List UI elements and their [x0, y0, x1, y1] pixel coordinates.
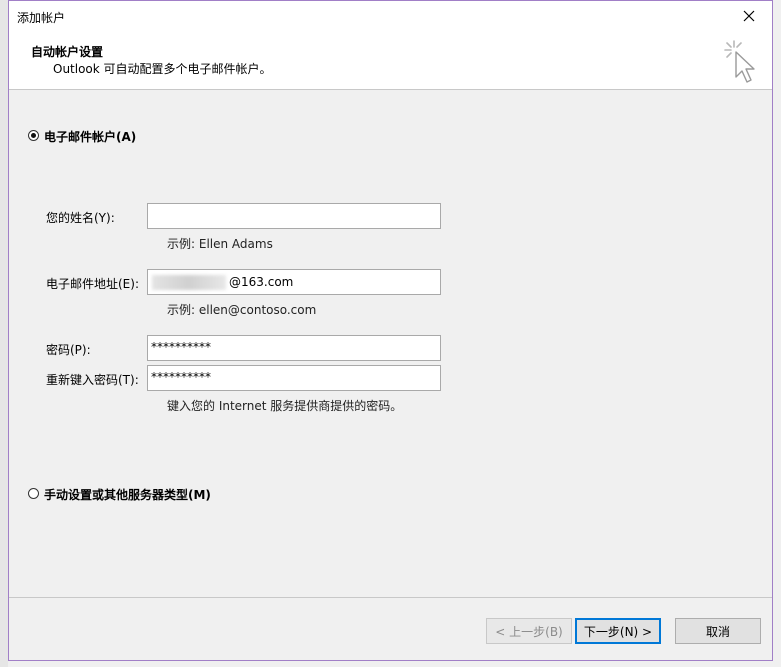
next-button[interactable]: 下一步(N) >	[575, 618, 661, 644]
title-bar: 添加帐户	[9, 1, 772, 31]
manual-setup-label-text: 手动设置或其他服务器类型(M)	[44, 488, 211, 502]
header-title: 自动帐户设置	[31, 45, 104, 59]
email-account-label-text: 电子邮件帐户(A)	[44, 130, 137, 144]
cursor-sparkle-icon	[724, 40, 755, 83]
add-account-dialog: 添加帐户 自动帐户设置 Outlook 可自动配置多个电子邮件帐户。 电子邮件帐…	[8, 0, 773, 661]
cancel-button[interactable]: 取消	[675, 618, 761, 644]
retype-password-value: **********	[151, 370, 211, 384]
header-subtitle: Outlook 可自动配置多个电子邮件帐户。	[53, 62, 272, 76]
password-value: **********	[151, 340, 211, 354]
email-account-radio[interactable]	[28, 130, 39, 141]
footer-divider	[9, 597, 772, 598]
email-redacted-part	[152, 275, 226, 290]
manual-setup-label[interactable]: 手动设置或其他服务器类型(M)	[44, 486, 211, 503]
email-label: 电子邮件地址(E):	[46, 277, 139, 291]
close-button[interactable]	[726, 1, 772, 31]
retype-password-input[interactable]: **********	[147, 365, 441, 391]
email-hint: 示例: ellen@contoso.com	[167, 303, 317, 317]
name-label: 您的姓名(Y):	[46, 211, 115, 225]
name-hint: 示例: Ellen Adams	[167, 237, 273, 251]
email-input[interactable]: @163.com	[147, 269, 441, 295]
email-visible-part: @163.com	[229, 275, 294, 289]
background-window-edge	[0, 0, 8, 667]
password-input[interactable]: **********	[147, 335, 441, 361]
wizard-header: 自动帐户设置 Outlook 可自动配置多个电子邮件帐户。	[9, 31, 772, 90]
back-button[interactable]: < 上一步(B)	[486, 618, 572, 644]
password-hint: 键入您的 Internet 服务提供商提供的密码。	[167, 399, 403, 413]
manual-setup-radio[interactable]	[28, 488, 39, 499]
close-icon	[743, 10, 755, 22]
email-account-label[interactable]: 电子邮件帐户(A)	[44, 128, 136, 145]
password-label: 密码(P):	[46, 343, 91, 357]
retype-password-label: 重新键入密码(T):	[46, 373, 139, 387]
window-title: 添加帐户	[17, 11, 66, 25]
name-input[interactable]	[147, 203, 441, 229]
